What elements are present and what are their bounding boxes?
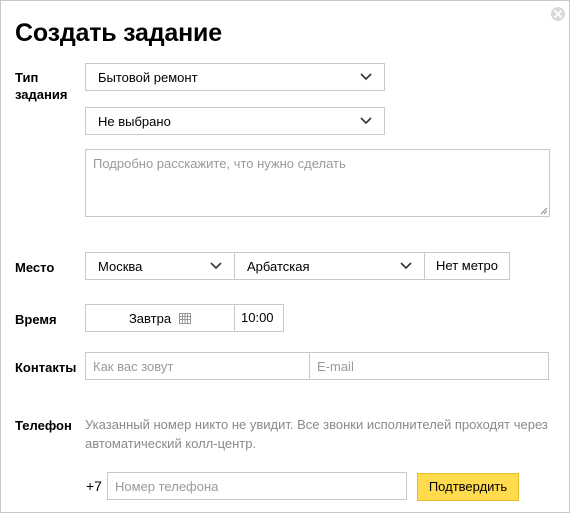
place-label: Место [15,260,55,275]
date-value: Завтра [128,310,172,326]
task-type-label: Тип задания [15,70,68,102]
metro-station-value: Арбатская [247,258,310,274]
calendar-icon [179,312,192,324]
phone-hint: Указанный номер никто не увидит. Все зво… [85,417,548,451]
no-metro-button[interactable]: Нет метро [424,252,510,280]
date-picker[interactable]: Завтра [85,304,235,332]
chevron-down-icon [360,117,372,125]
city-value: Москва [98,258,143,274]
close-button[interactable] [551,7,565,21]
task-description-textarea[interactable] [85,149,550,217]
city-select[interactable]: Москва [85,252,235,280]
task-category-value: Бытовой ремонт [98,69,198,85]
phone-label: Телефон [15,418,72,433]
chevron-down-icon [210,262,222,270]
phone-prefix: +7 [86,478,102,494]
name-input[interactable] [85,352,310,380]
metro-station-select[interactable]: Арбатская [234,252,425,280]
chevron-down-icon [400,262,412,270]
email-input[interactable] [309,352,549,380]
dialog-title: Создать задание [15,19,222,47]
task-category-select[interactable]: Бытовой ремонт [85,63,385,91]
phone-number-input[interactable] [107,472,407,500]
resize-handle-icon[interactable] [540,207,548,215]
time-input[interactable]: 10:00 [234,304,284,332]
chevron-down-icon [360,73,372,81]
task-subcategory-value: Не выбрано [98,113,171,129]
contacts-label: Контакты [15,360,77,375]
task-subcategory-select[interactable]: Не выбрано [85,107,385,135]
close-icon [554,10,562,18]
time-label: Время [15,312,57,327]
create-task-dialog: Создать задание Тип задания Бытовой ремо… [0,0,570,513]
confirm-button[interactable]: Подтвердить [417,473,519,501]
